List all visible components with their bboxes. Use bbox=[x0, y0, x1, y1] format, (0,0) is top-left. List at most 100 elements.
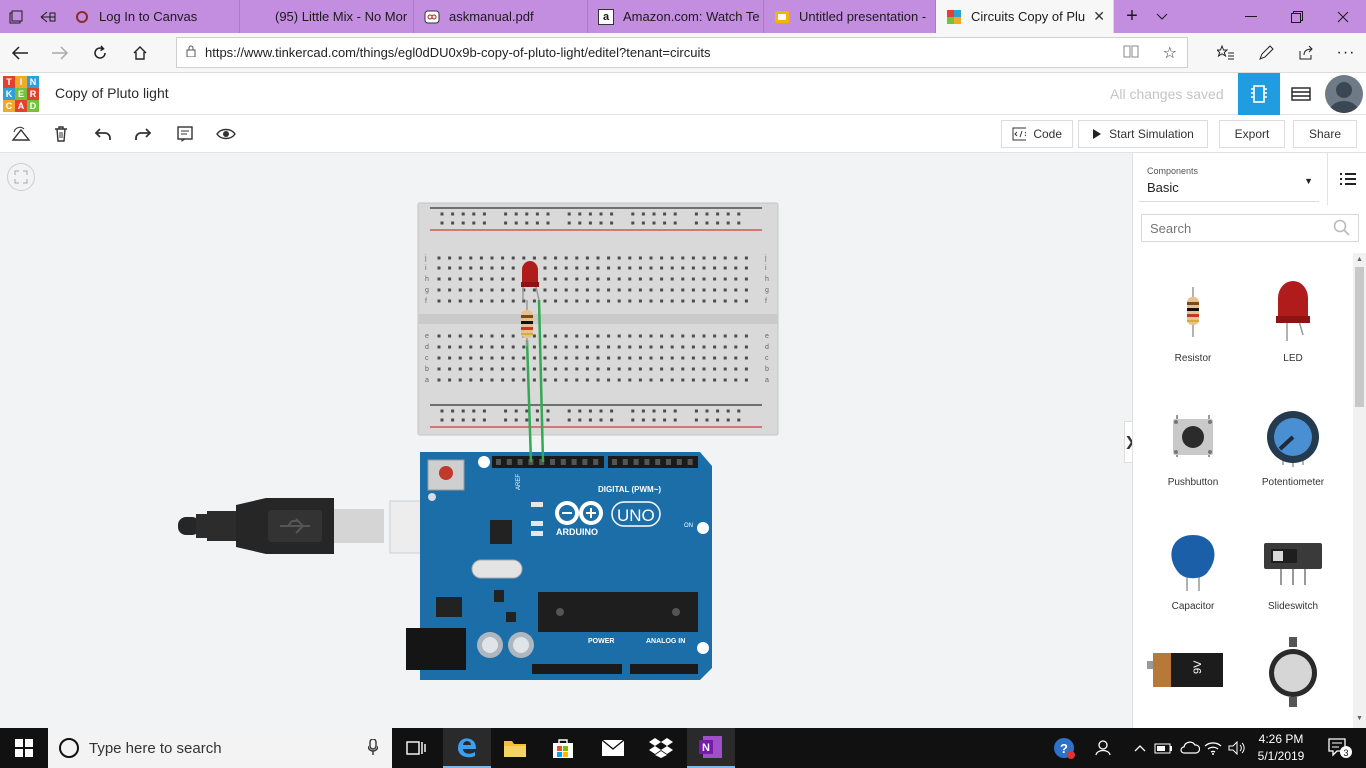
svg-text:?: ? bbox=[1060, 741, 1068, 756]
search-icon[interactable] bbox=[1333, 219, 1351, 242]
scroll-thumb[interactable] bbox=[1355, 267, 1364, 407]
start-simulation-button[interactable]: Start Simulation bbox=[1078, 120, 1208, 148]
arduino-uno-board[interactable]: AREF DIGITAL (PWM~) UNO ARDUINO ON POWER… bbox=[406, 452, 712, 680]
panel-collapse-chevron-icon[interactable]: ❯ bbox=[1124, 421, 1132, 463]
volume-speaker-icon[interactable] bbox=[1226, 728, 1248, 768]
coin-cell-icon bbox=[1269, 637, 1317, 707]
mail-icon[interactable] bbox=[589, 728, 637, 768]
microsoft-store-icon[interactable] bbox=[539, 728, 587, 768]
forward-arrow-icon[interactable] bbox=[44, 37, 76, 69]
scroll-up-icon[interactable]: ▲ bbox=[1356, 256, 1363, 263]
scroll-down-icon[interactable]: ▼ bbox=[1356, 715, 1363, 722]
dropbox-icon[interactable] bbox=[637, 728, 685, 768]
code-button[interactable]: Code bbox=[1001, 120, 1073, 148]
export-button[interactable]: Export bbox=[1219, 120, 1285, 148]
components-dropdown[interactable]: Components Basic ▼ bbox=[1139, 160, 1319, 202]
refresh-icon[interactable] bbox=[84, 37, 116, 69]
notification-count: 3 bbox=[1344, 748, 1349, 758]
new-tab-icon[interactable]: + bbox=[1116, 0, 1148, 33]
undo-icon[interactable] bbox=[88, 119, 118, 149]
edge-browser-icon[interactable] bbox=[443, 728, 491, 768]
favorites-list-icon[interactable] bbox=[1210, 37, 1242, 69]
component-pushbutton[interactable]: Pushbutton bbox=[1143, 377, 1243, 497]
panel-scrollbar[interactable]: ▲ ▼ bbox=[1353, 253, 1366, 728]
svg-text:f: f bbox=[765, 298, 767, 305]
component-slideswitch[interactable]: Slideswitch bbox=[1243, 501, 1343, 621]
restore-window-icon[interactable] bbox=[1274, 0, 1320, 33]
people-icon[interactable] bbox=[1092, 728, 1116, 768]
component-grid: Resistor LED Pushbutton Potentiometer Ca… bbox=[1133, 253, 1353, 728]
slides-favicon-icon bbox=[774, 9, 790, 25]
pdf-favicon-icon bbox=[424, 9, 440, 25]
browser-navigation-bar: https://www.tinkercad.com/things/egl0dDU… bbox=[0, 33, 1366, 73]
tinkercad-header: T I N K E R C A D Copy of Pluto light Al… bbox=[0, 73, 1366, 115]
tab-label: Log In to Canvas bbox=[99, 9, 198, 24]
component-resistor[interactable]: Resistor bbox=[1143, 253, 1243, 373]
component-9v-battery[interactable]: 9V bbox=[1143, 625, 1243, 728]
file-explorer-icon[interactable] bbox=[491, 728, 539, 768]
component-coin-cell-battery[interactable] bbox=[1243, 625, 1343, 728]
task-view-icon[interactable] bbox=[392, 728, 440, 768]
taskbar-search-box[interactable]: Type here to search bbox=[48, 728, 392, 768]
notes-icon[interactable] bbox=[170, 119, 200, 149]
home-icon[interactable] bbox=[124, 37, 156, 69]
more-options-icon[interactable]: ··· bbox=[1330, 37, 1362, 69]
power-header-label: POWER bbox=[588, 638, 614, 645]
reading-view-icon[interactable] bbox=[1123, 44, 1139, 61]
component-led[interactable]: LED bbox=[1243, 253, 1343, 373]
notes-pen-icon[interactable] bbox=[1250, 37, 1282, 69]
tab-tinkercad[interactable]: Circuits Copy of Plu ✕ bbox=[936, 0, 1114, 33]
minimize-window-icon[interactable] bbox=[1228, 0, 1274, 33]
close-window-icon[interactable] bbox=[1320, 0, 1366, 33]
component-search-input[interactable] bbox=[1141, 214, 1359, 242]
svg-text:g: g bbox=[765, 287, 769, 294]
circuit-canvas[interactable]: jjiihhggffeeddccbbaa AREF DIGITAL (PWM~) bbox=[0, 153, 1132, 728]
breadboard[interactable]: j ji ih hg gf fe ed dc cb ba a bbox=[417, 202, 779, 436]
favorite-star-icon[interactable]: ☆ bbox=[1163, 43, 1177, 63]
save-status: All changes saved bbox=[1110, 86, 1224, 102]
component-capacitor[interactable]: Capacitor bbox=[1143, 501, 1243, 621]
microphone-icon[interactable] bbox=[367, 738, 379, 758]
visibility-eye-icon[interactable] bbox=[211, 119, 241, 149]
list-view-toggle[interactable] bbox=[1327, 153, 1366, 205]
user-avatar[interactable] bbox=[1325, 75, 1363, 113]
svg-text:j: j bbox=[764, 255, 767, 262]
component-list-view-button[interactable] bbox=[1280, 73, 1322, 115]
component-label: Pushbutton bbox=[1167, 477, 1219, 488]
tab-youtube[interactable]: (95) Little Mix - No Mor bbox=[240, 0, 414, 33]
digital-header-label: DIGITAL (PWM~) bbox=[598, 485, 661, 494]
onedrive-sync-icon[interactable] bbox=[1178, 728, 1202, 768]
circuit-view-button[interactable] bbox=[1238, 73, 1280, 115]
back-arrow-icon[interactable] bbox=[4, 37, 36, 69]
set-tabs-aside-icon[interactable] bbox=[32, 0, 64, 33]
redo-icon[interactable] bbox=[128, 119, 158, 149]
battery-icon[interactable] bbox=[1152, 728, 1176, 768]
address-bar[interactable]: https://www.tinkercad.com/things/egl0dDU… bbox=[176, 37, 1188, 68]
show-hidden-icons-chevron-up-icon[interactable] bbox=[1130, 728, 1150, 768]
led-icon bbox=[1276, 281, 1310, 341]
close-tab-icon[interactable]: ✕ bbox=[1093, 8, 1105, 25]
tinkercad-logo[interactable]: T I N K E R C A D bbox=[3, 76, 39, 112]
action-center-icon[interactable]: 3 bbox=[1320, 728, 1360, 768]
usb-cable[interactable] bbox=[178, 498, 463, 554]
tab-amazon[interactable]: a Amazon.com: Watch Te bbox=[588, 0, 764, 33]
system-clock[interactable]: 4:26 PM 5/1/2019 bbox=[1246, 731, 1316, 765]
share-icon[interactable] bbox=[1290, 37, 1322, 69]
help-icon[interactable]: ? bbox=[1050, 728, 1078, 768]
delete-trash-icon[interactable] bbox=[46, 119, 76, 149]
tab-list-chevron-down-icon[interactable] bbox=[1146, 0, 1178, 33]
tab-askmanual[interactable]: askmanual.pdf bbox=[414, 0, 588, 33]
tab-slides[interactable]: Untitled presentation - bbox=[764, 0, 936, 33]
component-potentiometer[interactable]: Potentiometer bbox=[1243, 377, 1343, 497]
tab-overview-icon[interactable] bbox=[0, 0, 32, 33]
design-title[interactable]: Copy of Pluto light bbox=[55, 85, 169, 101]
rotate-icon[interactable] bbox=[6, 119, 36, 149]
onenote-icon[interactable]: N bbox=[687, 728, 735, 768]
reset-button[interactable] bbox=[439, 466, 453, 480]
tab-canvas[interactable]: Log In to Canvas bbox=[64, 0, 240, 33]
arduino-logo-text: ARDUINO bbox=[556, 527, 598, 537]
potentiometer-knob-icon bbox=[1267, 411, 1319, 467]
wifi-icon[interactable] bbox=[1202, 728, 1224, 768]
windows-start-icon[interactable] bbox=[0, 728, 48, 768]
share-button[interactable]: Share bbox=[1293, 120, 1357, 148]
